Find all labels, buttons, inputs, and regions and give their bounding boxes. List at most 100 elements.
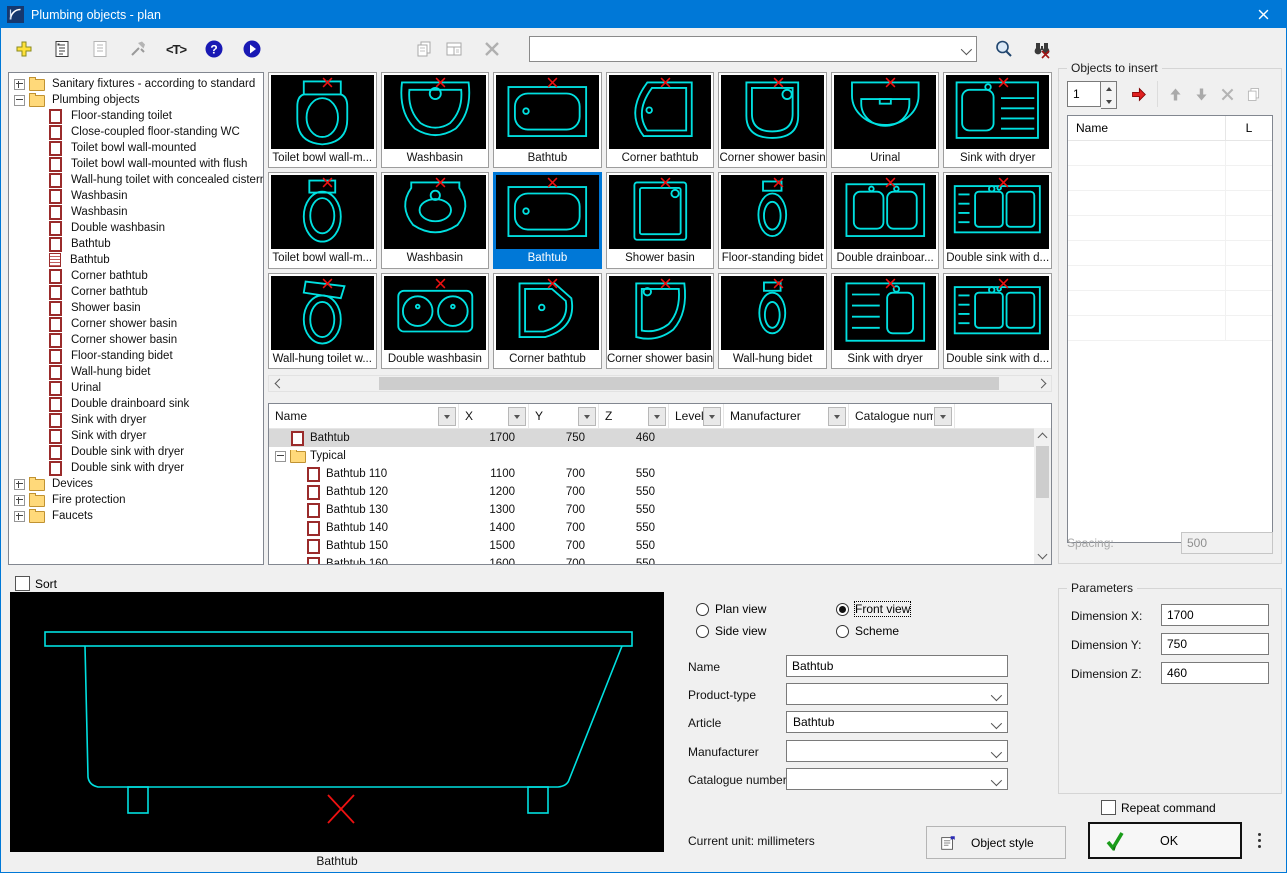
radio-icon[interactable] (836, 603, 849, 616)
add-button[interactable] (9, 35, 39, 63)
tree-expander-icon[interactable] (14, 511, 25, 522)
radio-icon[interactable] (836, 625, 849, 638)
product-type-combobox[interactable] (786, 683, 1008, 705)
search-input[interactable] (530, 41, 976, 57)
dimension-y-input[interactable] (1161, 633, 1269, 655)
column-header-y[interactable]: Y (529, 404, 599, 428)
thumbnails-scrollbar[interactable] (268, 375, 1052, 392)
thumbnail-tile[interactable]: Corner shower basin (718, 72, 827, 168)
manufacturer-combobox[interactable] (786, 740, 1008, 762)
tree-item[interactable]: Plumbing objects (9, 92, 263, 108)
tree-item-label[interactable]: Washbasin (68, 206, 130, 218)
scroll-up-icon[interactable] (1034, 428, 1051, 444)
thumbnail-tile[interactable]: Washbasin (381, 172, 490, 269)
row-name[interactable]: Bathtub 160 (326, 558, 388, 565)
tree-item-label[interactable]: Wall-hung toilet with concealed cistern (68, 174, 264, 186)
tree-item[interactable]: Sanitary fixtures - according to standar… (9, 76, 263, 92)
scroll-right-icon[interactable] (1034, 376, 1051, 391)
tree-item-label[interactable]: Toilet bowl wall-mounted with flush (68, 158, 250, 170)
table-row[interactable]: Bathtub 1700 750 460 (269, 429, 1051, 447)
tree-item[interactable]: Bathtub (9, 252, 263, 268)
thumbnail-tile[interactable]: Sink with dryer (831, 273, 940, 369)
table-row[interactable]: Bathtub 110 1100 700 550 (269, 465, 1051, 483)
row-name[interactable]: Bathtub 110 (326, 468, 387, 480)
tree-item-label[interactable]: Sink with dryer (68, 430, 149, 442)
tree-item[interactable]: Floor-standing toilet (9, 108, 263, 124)
tree-item[interactable]: Wall-hung toilet with concealed cistern (9, 172, 263, 188)
tree-item-label[interactable]: Corner bathtub (68, 270, 151, 282)
spin-up-icon[interactable] (1101, 82, 1116, 95)
insert-col-name[interactable]: Name (1068, 116, 1226, 140)
radio-front-view[interactable]: Front view (830, 602, 910, 616)
filter-dropdown-icon[interactable] (578, 407, 596, 426)
thumbnail-tile[interactable]: Corner shower basin (606, 273, 715, 369)
repeat-command-checkbox[interactable] (1101, 800, 1116, 815)
tree-item-label[interactable]: Urinal (68, 382, 104, 394)
filter-dropdown-icon[interactable] (828, 407, 846, 426)
thumbnail-tile[interactable]: Sink with dryer (943, 72, 1052, 168)
tree-item-label[interactable]: Floor-standing toilet (68, 110, 175, 122)
column-header-x[interactable]: X (459, 404, 529, 428)
tree-item[interactable]: Sink with dryer (9, 412, 263, 428)
scrollbar-thumb[interactable] (379, 377, 999, 390)
tree-item[interactable]: Corner bathtub (9, 268, 263, 284)
duplicate-button[interactable] (1240, 81, 1266, 107)
move-up-button[interactable] (1162, 81, 1188, 107)
copy-object-button[interactable] (409, 35, 439, 63)
table-row[interactable]: Bathtub 120 1200 700 550 (269, 483, 1051, 501)
tree-item-label[interactable]: Double sink with dryer (68, 462, 187, 474)
tree-item-label[interactable]: Toilet bowl wall-mounted (68, 142, 199, 154)
tree-item-label[interactable]: Wall-hung bidet (68, 366, 153, 378)
column-header-z[interactable]: Z (599, 404, 669, 428)
tree-item-label[interactable]: Double washbasin (68, 222, 168, 234)
radio-plan-view[interactable]: Plan view (690, 602, 766, 616)
filter-dropdown-icon[interactable] (508, 407, 526, 426)
article-combobox[interactable]: Bathtub (786, 711, 1008, 733)
notes-button[interactable] (85, 35, 115, 63)
insert-button[interactable] (1125, 81, 1151, 107)
tree-item[interactable]: Wall-hung bidet (9, 364, 263, 380)
row-expander-icon[interactable] (275, 451, 286, 462)
thumbnail-tile[interactable]: Bathtub (493, 72, 602, 168)
thumbnail-tile[interactable]: Floor-standing bidet (718, 172, 827, 269)
tree-item-label[interactable]: Devices (49, 478, 96, 490)
row-name[interactable]: Typical (310, 450, 346, 462)
thumbnail-tile[interactable]: Shower basin (606, 172, 715, 269)
tree-item-label[interactable]: Sanitary fixtures - according to standar… (49, 78, 258, 90)
table-row[interactable]: Bathtub 150 1500 700 550 (269, 537, 1051, 555)
tree-item[interactable]: Urinal (9, 380, 263, 396)
dimension-z-input[interactable] (1161, 662, 1269, 684)
tree-item-label[interactable]: Bathtub (67, 254, 113, 266)
object-style-button[interactable]: Object style (926, 826, 1066, 859)
row-name[interactable]: Bathtub 130 (326, 504, 388, 516)
tree-item[interactable]: Double drainboard sink (9, 396, 263, 412)
row-name[interactable]: Bathtub 140 (326, 522, 388, 534)
name-input[interactable] (786, 655, 1008, 677)
remove-button[interactable] (1214, 81, 1240, 107)
tree-item[interactable]: Double washbasin (9, 220, 263, 236)
row-name[interactable]: Bathtub (310, 432, 350, 444)
column-header-name[interactable]: Name (269, 404, 459, 428)
tree-expander-icon[interactable] (14, 79, 25, 90)
thumbnail-tile[interactable]: Bathtub (493, 172, 602, 269)
tree-expander-icon[interactable] (14, 479, 25, 490)
run-button[interactable] (237, 35, 267, 63)
move-down-button[interactable] (1188, 81, 1214, 107)
tree-expander-icon[interactable] (14, 495, 25, 506)
tree-item-label[interactable]: Double drainboard sink (68, 398, 192, 410)
tree-item[interactable]: Floor-standing bidet (9, 348, 263, 364)
tree-item-label[interactable]: Corner bathtub (68, 286, 151, 298)
tree-item[interactable]: Corner bathtub (9, 284, 263, 300)
radio-scheme[interactable]: Scheme (830, 624, 899, 638)
filter-dropdown-icon[interactable] (648, 407, 666, 426)
thumbnail-tile[interactable]: Double sink with d... (943, 273, 1052, 369)
scroll-left-icon[interactable] (269, 376, 286, 391)
tree-item[interactable]: Close-coupled floor-standing WC (9, 124, 263, 140)
tree-item[interactable]: Faucets (9, 508, 263, 524)
text-tool-button[interactable]: <T> (161, 35, 191, 63)
thumbnail-tile[interactable]: Double sink with d... (943, 172, 1052, 269)
tree-item-label[interactable]: Corner shower basin (68, 318, 180, 330)
tree-item[interactable]: Toilet bowl wall-mounted (9, 140, 263, 156)
row-name[interactable]: Bathtub 120 (326, 486, 388, 498)
thumbnail-tile[interactable]: Wall-hung bidet (718, 273, 827, 369)
